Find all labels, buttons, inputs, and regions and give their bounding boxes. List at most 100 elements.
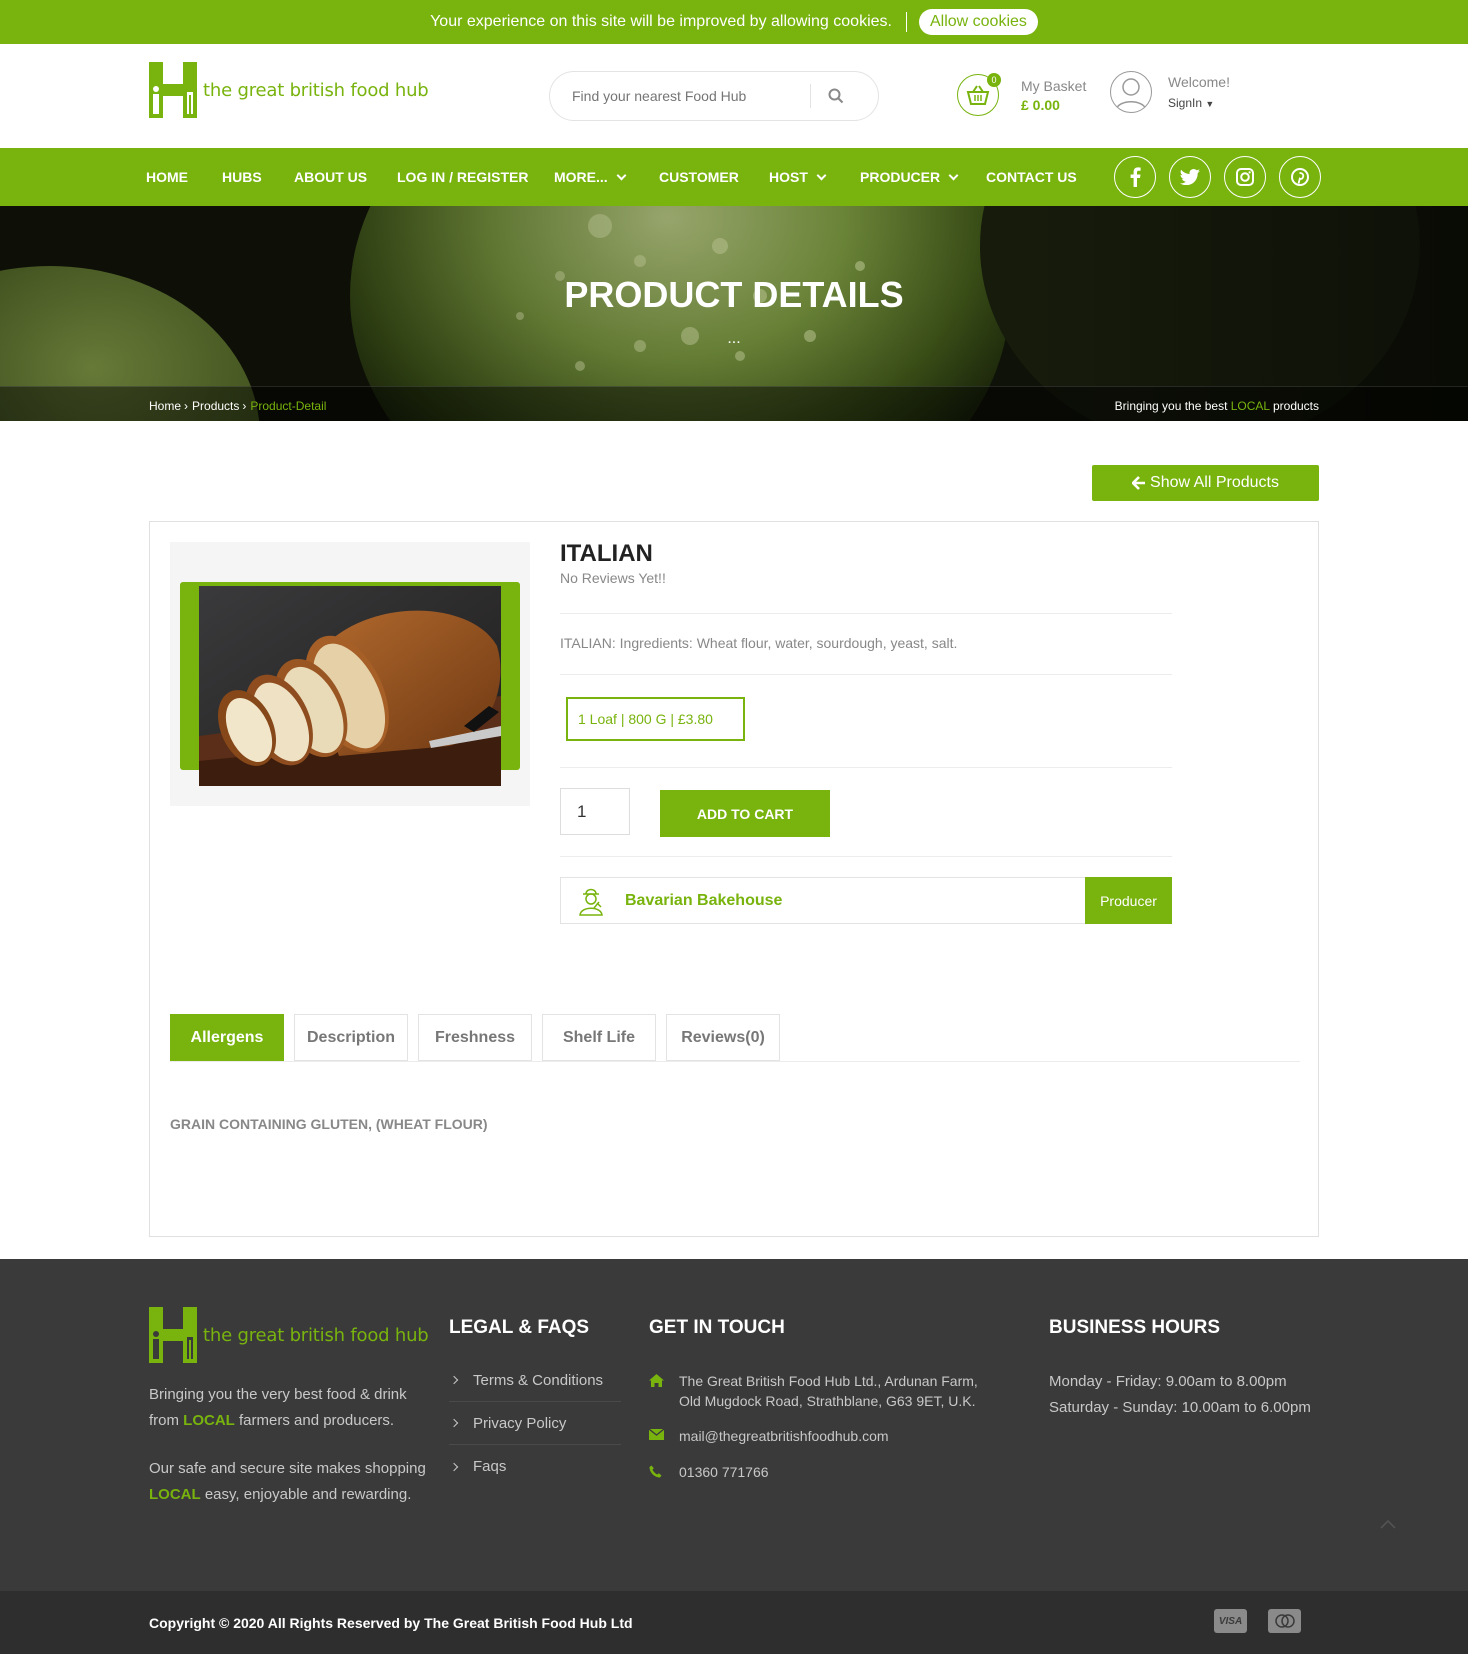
user-avatar-icon[interactable]: [1110, 71, 1152, 113]
footer-about-1: Bringing you the very best food & drink …: [149, 1382, 429, 1434]
about-1-local: LOCAL: [183, 1412, 235, 1429]
nav-host[interactable]: HOST: [769, 148, 827, 206]
nav-about[interactable]: ABOUT US: [294, 148, 367, 206]
footer-logo-text: the great british food hub: [203, 1324, 429, 1346]
nav-contact-label: CONTACT US: [986, 169, 1077, 185]
footer-about-2: Our safe and secure site makes shopping …: [149, 1456, 429, 1508]
basket-count-badge: 0: [987, 73, 1001, 87]
quantity-input[interactable]: 1: [560, 788, 630, 835]
tabs-underline: [170, 1061, 1300, 1062]
banner-tagline: Bringing you the best LOCAL products: [1115, 399, 1319, 413]
divider: [560, 674, 1172, 675]
basket[interactable]: 0 My Basket £ 0.00: [957, 73, 1087, 116]
nav-hubs[interactable]: HUBS: [222, 148, 262, 206]
divider: [560, 767, 1172, 768]
banner-bottom-bar: Home › Products › Product-Detail Bringing …: [0, 386, 1468, 421]
user-account[interactable]: Welcome! SignIn ▼: [1110, 71, 1230, 113]
nav-host-label: HOST: [769, 169, 808, 185]
add-to-cart-button[interactable]: ADD TO CART: [660, 790, 830, 837]
basket-amount: £ 0.00: [1021, 96, 1060, 113]
facebook-icon[interactable]: [1114, 156, 1156, 198]
tab-freshness[interactable]: Freshness: [418, 1014, 532, 1061]
divider: [560, 613, 1172, 614]
nav-customer-label: CUSTOMER: [659, 169, 739, 185]
logo-mark-icon: [149, 1307, 197, 1363]
cookie-message: Your experience on this site will be imp…: [430, 13, 892, 30]
phone-icon: [649, 1462, 679, 1482]
cookie-banner: Your experience on this site will be imp…: [0, 0, 1468, 44]
tagline-post: products: [1269, 399, 1319, 413]
breadcrumb-home[interactable]: Home: [149, 399, 181, 413]
basket-label: My Basket: [1021, 77, 1087, 94]
footer-email-text: mail@thegreatbritishfoodhub.com: [679, 1428, 889, 1444]
footer-phone[interactable]: 01360 771766: [649, 1462, 769, 1482]
footer-address-text: The Great British Food Hub Ltd., Ardunan…: [679, 1373, 978, 1409]
show-all-label: Show All Products: [1150, 474, 1279, 491]
nav-customer[interactable]: CUSTOMER: [659, 148, 739, 206]
basket-icon[interactable]: 0: [957, 73, 1001, 116]
copyright-text: Copyright © 2020 All Rights Reserved by …: [149, 1615, 633, 1631]
pinterest-icon[interactable]: [1279, 156, 1321, 198]
show-all-products-button[interactable]: Show All Products: [1092, 465, 1319, 501]
breadcrumb: Home › Products › Product-Detail: [149, 399, 326, 413]
producer-name: Bavarian Bakehouse: [625, 891, 783, 909]
allow-cookies-button[interactable]: Allow cookies: [918, 9, 1038, 35]
breadcrumb-products[interactable]: Products: [192, 399, 239, 413]
site-logo[interactable]: the great british food hub: [149, 62, 429, 118]
footer-about: Bringing you the very best food & drink …: [149, 1382, 429, 1508]
tab-description[interactable]: Description: [294, 1014, 408, 1061]
footer-legal-links: Terms & Conditions Privacy Policy Faqs: [449, 1359, 621, 1488]
product-image-frame: [180, 582, 520, 786]
nav-hubs-label: HUBS: [222, 169, 262, 185]
footer-link-terms-label: Terms & Conditions: [473, 1371, 604, 1389]
tagline-pre: Bringing you the best: [1114, 399, 1231, 413]
nav-login-label: LOG IN / REGISTER: [397, 169, 529, 185]
footer-contact-heading: GET IN TOUCH: [649, 1317, 785, 1338]
footer-link-privacy[interactable]: Privacy Policy: [449, 1402, 621, 1445]
footer-link-privacy-label: Privacy Policy: [473, 1414, 567, 1432]
nav-about-label: ABOUT US: [294, 169, 368, 185]
footer-email[interactable]: mail@thegreatbritishfoodhub.com: [649, 1426, 889, 1446]
hub-search-input[interactable]: [550, 88, 810, 104]
logo-mark-icon: [149, 62, 197, 118]
mastercard-icon: [1268, 1609, 1301, 1633]
signin-dropdown[interactable]: SignIn ▼: [1168, 96, 1230, 110]
tagline-local: LOCAL: [1230, 399, 1270, 413]
about-2-post: easy, enjoyable and rewarding.: [200, 1486, 412, 1503]
footer-logo[interactable]: the great british food hub: [149, 1307, 429, 1363]
nav-home[interactable]: HOME: [146, 148, 188, 206]
tab-allergens[interactable]: Allergens: [170, 1014, 284, 1061]
title-decoration: ...: [727, 330, 741, 347]
tab-reviews[interactable]: Reviews(0): [666, 1014, 780, 1061]
chevron-down-icon: [948, 170, 959, 180]
chevron-right-icon: ›: [184, 399, 189, 413]
visa-icon: VISA: [1214, 1609, 1247, 1633]
footer-link-terms[interactable]: Terms & Conditions: [449, 1359, 621, 1402]
nav-more[interactable]: MORE...: [554, 148, 627, 206]
twitter-icon[interactable]: [1169, 156, 1211, 198]
product-variant-option[interactable]: 1 Loaf | 800 G | £3.80: [566, 697, 745, 741]
chevron-right-icon: ›: [242, 399, 247, 413]
nav-producer[interactable]: PRODUCER: [860, 148, 959, 206]
product-image[interactable]: [199, 586, 501, 786]
search-icon[interactable]: [811, 88, 861, 104]
caret-down-icon: ▼: [1205, 99, 1215, 109]
chevron-right-icon: [449, 1418, 459, 1428]
nav-contact[interactable]: CONTACT US: [986, 148, 1077, 206]
producer-link[interactable]: Bavarian Bakehouse Producer: [560, 877, 1172, 924]
farmer-icon: [561, 886, 621, 916]
back-to-top-icon[interactable]: [1380, 1516, 1396, 1534]
nav-login-register[interactable]: LOG IN / REGISTER: [397, 148, 528, 206]
signin-label: SignIn: [1168, 96, 1203, 110]
hours-weekend: Saturday - Sunday: 10.00am to 6.00pm: [1049, 1399, 1311, 1416]
arrow-left-icon: [1132, 476, 1146, 490]
footer-link-faqs[interactable]: Faqs: [449, 1445, 621, 1488]
hub-search[interactable]: [549, 71, 879, 121]
product-tabs: Allergens Description Freshness Shelf Li…: [170, 1014, 790, 1061]
divider: [560, 856, 1172, 857]
site-footer: the great british food hub Bringing you …: [0, 1259, 1468, 1591]
breadcrumb-current: Product-Detail: [250, 399, 327, 413]
instagram-icon[interactable]: [1224, 156, 1266, 198]
visa-label: VISA: [1218, 1615, 1243, 1627]
tab-shelf-life[interactable]: Shelf Life: [542, 1014, 656, 1061]
